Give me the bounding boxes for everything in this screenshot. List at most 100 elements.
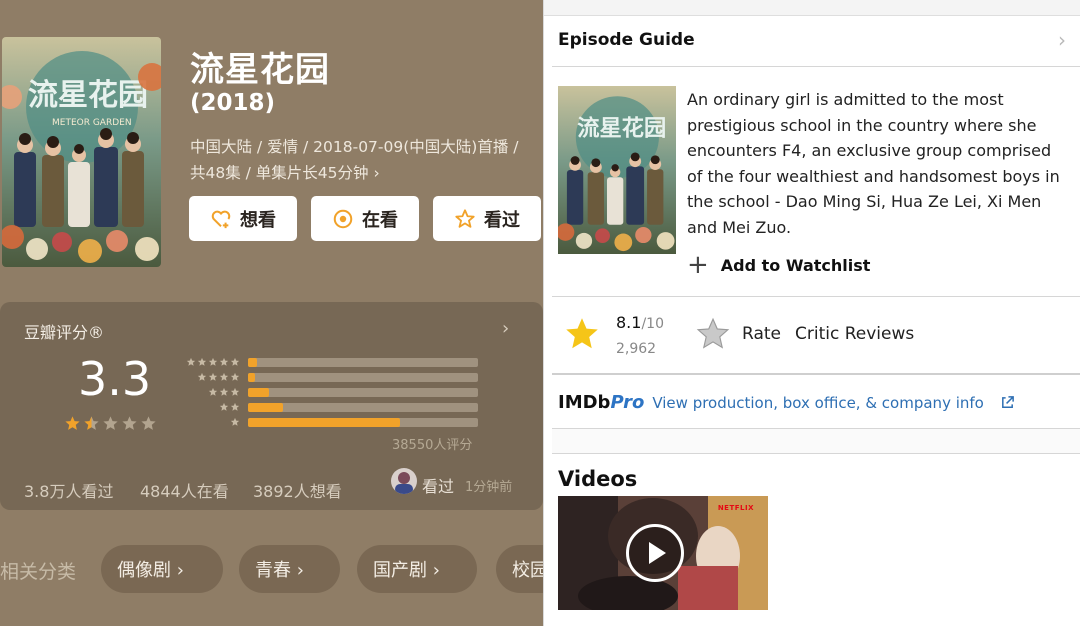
watchlist-label: Add to Watchlist [720,255,871,275]
show-poster-small[interactable]: 流星花园 [558,86,676,254]
star-outline-icon [455,208,475,228]
show-year: (2018) [190,90,276,116]
histogram-row-4-star [180,371,478,383]
chevron-right-icon[interactable]: › [502,318,509,339]
svg-text:METEOR GARDEN: METEOR GARDEN [52,118,132,128]
watched-label: 看过 [484,209,520,231]
rating-value: 8.1 [616,313,642,332]
star-filled-icon [566,318,598,349]
histogram-row-3-star [180,386,478,398]
heart-plus-icon [211,210,231,228]
recent-action: 看过 [422,477,455,496]
target-icon [333,209,353,228]
star-empty-icon [122,416,137,430]
tag-youth[interactable]: 青春 › [239,545,340,593]
star-small-icon [208,372,218,381]
rating-stars [64,415,157,432]
histogram-track [248,373,478,382]
imdbpro-link-text[interactable]: View production, box office, & company i… [652,394,984,412]
want-count: 3892人想看 [253,482,342,501]
histogram-star-label [180,417,240,427]
histogram-star-label [180,357,240,367]
video-thumbnail[interactable]: NETFLIX [558,496,768,610]
star-filled-icon [65,416,80,430]
watched-count: 3.8万人看过 [24,482,114,501]
rating-label: 豆瓣评分® [24,323,105,342]
avatar[interactable] [391,468,417,494]
netflix-badge: NETFLIX [717,504,754,512]
star-small-icon [219,402,229,411]
tag-idol-drama[interactable]: 偶像剧 › [101,545,223,593]
star-small-icon [219,387,229,396]
star-small-icon [208,357,218,366]
histogram-bar [248,373,255,382]
want-to-watch-label: 想看 [240,209,276,231]
imdbpro-logo: IMDbPro [558,392,645,413]
star-small-icon [197,372,207,381]
histogram-track [248,403,478,412]
histogram-star-label [180,402,240,412]
rate-button[interactable]: Rate [742,324,781,344]
divider [552,373,1080,375]
section-gap [552,428,1080,454]
play-button[interactable] [626,524,684,582]
external-link-icon [1001,396,1014,408]
svg-text:流星花园: 流星花园 [577,116,666,142]
show-poster[interactable]: 流星花园 METEOR GARDEN [2,37,161,267]
tag-campus[interactable]: 校园 [496,545,543,593]
star-half-icon [84,416,99,430]
tags-label: 相关分类 [0,561,77,583]
divider [552,296,1080,297]
chevron-right-icon[interactable]: › [1058,28,1066,52]
star-small-icon [230,372,240,381]
rating-score: 3.3 [78,352,152,406]
play-icon [649,542,666,564]
histogram-track [248,388,478,397]
histogram-track [248,358,478,367]
imdb-panel: Episode Guide › 流星花园 An ordinary girl is… [543,0,1080,626]
watching-count: 4844人在看 [140,482,229,501]
histogram-bar [248,418,400,427]
star-small-icon [219,357,229,366]
watching-button[interactable]: 在看 [311,196,419,241]
star-empty-icon [103,416,118,430]
rating-card[interactable]: 豆瓣评分® › 3.3 38550人评分 3.8万人看过 4844人在看 389… [0,302,543,510]
star-small-icon [230,387,240,396]
star-empty-icon [141,416,156,430]
histogram-track [248,418,478,427]
histogram-bar [248,388,269,397]
show-meta[interactable]: 中国大陆 / 爱情 / 2018-07-09(中国大陆)首播 / 共48集 / … [190,134,535,186]
star-small-icon [230,417,240,426]
histogram-bar [248,403,283,412]
star-small-icon [219,372,229,381]
recent-time: 1分钟前 [465,480,513,495]
star-outline-icon[interactable] [696,317,730,351]
top-band [544,0,1080,16]
rating-max: /10 [641,316,664,332]
histogram-row-1-star [180,416,478,428]
star-small-icon [186,357,196,366]
plus-icon: + [687,250,709,280]
watching-label: 在看 [362,209,398,231]
star-small-icon [230,402,240,411]
want-to-watch-button[interactable]: 想看 [189,196,297,241]
videos-title: Videos [558,467,638,491]
histogram-row-2-star [180,401,478,413]
douban-panel: 流星花园 METEOR GARDEN 流星花园 (2018) 中国大陆 / 爱情… [0,0,543,626]
star-small-icon [230,357,240,366]
tag-domestic-drama[interactable]: 国产剧 › [357,545,477,593]
watched-button[interactable]: 看过 [433,196,541,241]
star-small-icon [208,387,218,396]
critic-reviews-link[interactable]: Critic Reviews [795,324,914,344]
rating-count: 38550人评分 [392,438,473,453]
imdbpro-link[interactable]: IMDbPro View production, box office, & c… [558,392,1015,413]
divider [552,66,1080,67]
histogram-star-label [180,387,240,397]
add-to-watchlist-button[interactable]: + Add to Watchlist [687,250,871,280]
imdb-rating: 8.1/10 [616,313,664,332]
histogram-star-label [180,372,240,382]
svg-text:流星花园: 流星花园 [28,78,148,113]
episode-guide-title[interactable]: Episode Guide [558,30,695,50]
star-small-icon [197,357,207,366]
plot-summary: An ordinary girl is admitted to the most… [687,90,1060,237]
